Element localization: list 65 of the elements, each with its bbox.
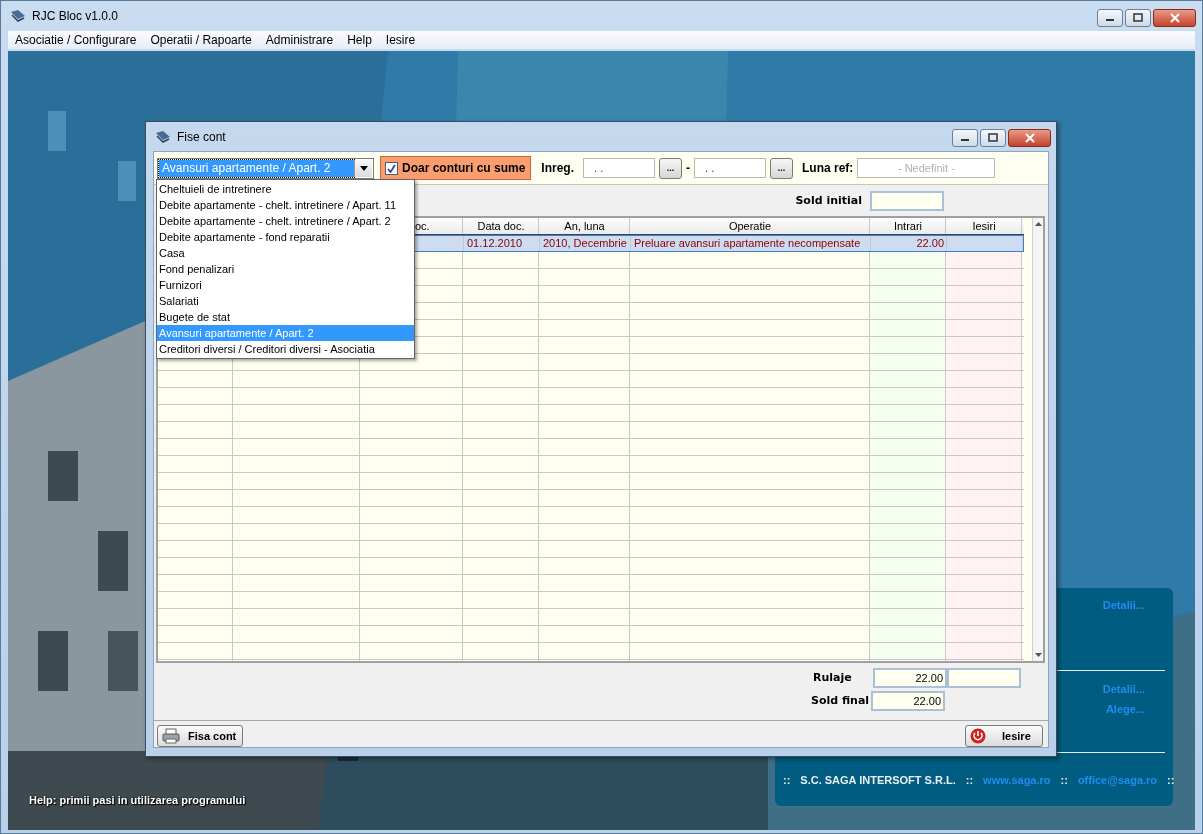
table-cell-text: 22.00 [915, 236, 945, 251]
exit-button[interactable]: Iesire [965, 725, 1043, 747]
column-header[interactable]: Data doc. [463, 218, 539, 234]
close-icon [1023, 133, 1036, 143]
close-button[interactable] [1008, 129, 1051, 147]
dropdown-option[interactable]: Fond penalizari [157, 261, 414, 277]
scroll-down-icon [1034, 653, 1042, 657]
column-header[interactable]: An, luna [539, 218, 630, 234]
maximize-icon [988, 133, 998, 143]
column-header[interactable]: Operatie [630, 218, 870, 234]
close-button[interactable] [1153, 9, 1196, 27]
print-button[interactable]: Fisa cont [157, 725, 244, 747]
scroll-up-icon [1034, 222, 1042, 226]
menu-item[interactable]: Administrare [258, 33, 341, 47]
dropdown-option[interactable]: Debite apartamente - chelt. intretinere / Apart. 11 [157, 197, 414, 213]
date-to-field[interactable]: . . [694, 158, 767, 178]
inreg-label: Inreg. [541, 161, 575, 175]
sums-checkbox[interactable]: Doar conturi cu sume [380, 156, 532, 180]
menu-item[interactable]: Help [340, 33, 379, 47]
date-from-field[interactable]: . . [583, 158, 656, 178]
month-label: Luna ref: [802, 161, 854, 175]
dropdown-option[interactable]: Cheltuieli de intretinere [157, 181, 414, 197]
minimize-button[interactable] [1097, 9, 1123, 27]
table-cell-text: Preluare avansuri apartamente necompensate [633, 236, 862, 251]
range-separator: - [686, 161, 691, 175]
company-name: S.C. SAGA INTERSOFT S.R.L. [800, 774, 956, 786]
caret-icon [359, 165, 368, 171]
separator-text: :: [965, 774, 974, 786]
opening-balance-label: Sold initial [795, 194, 862, 207]
browse-button[interactable]: ... [659, 157, 683, 179]
scrollbar[interactable] [1032, 218, 1043, 661]
dropdown-option[interactable]: Furnizori [157, 277, 414, 293]
menu-item[interactable]: Iesire [378, 33, 423, 47]
separator-text: :: [783, 774, 791, 786]
dropdown-option[interactable]: Salariati [157, 293, 414, 309]
column-header[interactable]: Intrari [870, 218, 946, 234]
separator-text: :: [1167, 774, 1175, 786]
minimize-button[interactable] [952, 129, 978, 147]
table-cell-text: 2010, Decembrie [542, 236, 628, 251]
app-icon [10, 9, 26, 23]
separator-text: :: [1060, 774, 1068, 786]
app-icon [155, 129, 171, 144]
dropdown-option[interactable]: Bugete de stat [157, 309, 414, 325]
help-link[interactable]: Help: primii pasi in utilizarea programului [29, 794, 246, 806]
dialog-title: Fise cont [177, 129, 227, 144]
menu-item[interactable]: Operatii / Rapoarte [143, 33, 259, 47]
maximize-button[interactable] [980, 129, 1006, 147]
maximize-icon [1133, 13, 1143, 23]
check-icon [387, 163, 396, 173]
opening-balance-field[interactable] [870, 190, 944, 211]
turnover-in-field: 22.00 [873, 667, 947, 688]
printer-icon [162, 728, 180, 744]
table-cell-text: 01.12.2010 [466, 236, 524, 251]
browse-button[interactable]: ... [770, 157, 794, 179]
closing-balance-field: 22.00 [871, 690, 945, 711]
turnover-label: Rulaje [813, 671, 853, 684]
window-title: RJC Bloc v1.0.0 [32, 9, 120, 23]
power-icon [970, 728, 986, 744]
close-icon [1168, 13, 1181, 23]
menu-item[interactable]: Asociatie / Configurare [8, 33, 144, 47]
dropdown-option[interactable]: Creditori diversi / Creditori diversi - Asociatia [157, 341, 414, 357]
closing-balance-label: Sold final [811, 694, 871, 707]
column-header[interactable]: Iesiri [946, 218, 1022, 234]
maximize-button[interactable] [1125, 9, 1151, 27]
dropdown-option[interactable]: Debite apartamente - chelt. intretinere / Apart. 2 [157, 213, 414, 229]
